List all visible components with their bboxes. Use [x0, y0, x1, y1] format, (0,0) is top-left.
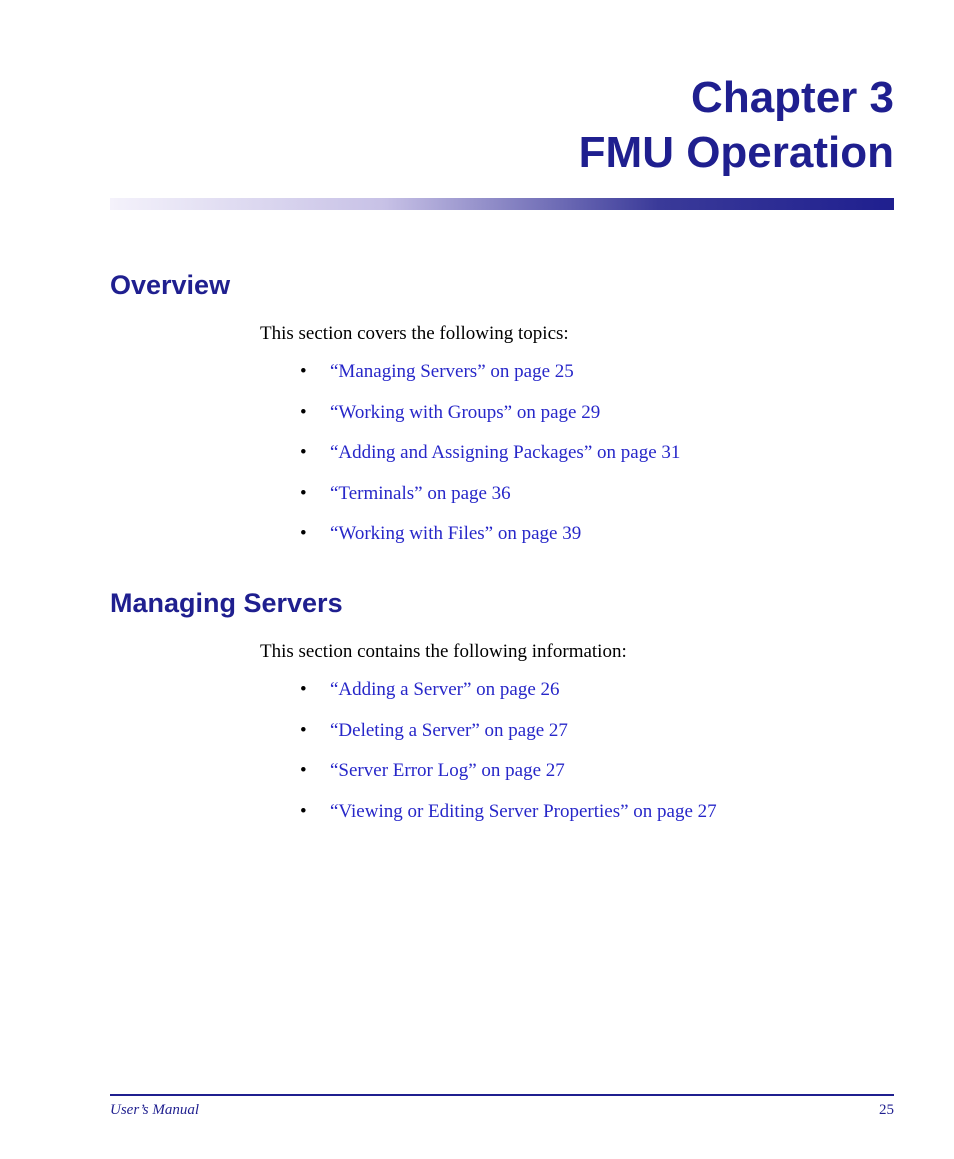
topic-link[interactable]: “Working with Files” on page 39 [330, 523, 581, 544]
list-item: “Managing Servers” on page 25 [300, 359, 894, 386]
footer-rule [110, 1094, 894, 1096]
topic-link[interactable]: “Adding and Assigning Packages” on page … [330, 442, 680, 463]
list-item: “Terminals” on page 36 [300, 481, 894, 508]
list-item: “Deleting a Server” on page 27 [300, 718, 894, 745]
topic-link[interactable]: “Working with Groups” on page 29 [330, 402, 600, 423]
managing-servers-topic-list: “Adding a Server” on page 26 “Deleting a… [300, 677, 894, 825]
footer-manual-title: User’s Manual [110, 1102, 199, 1119]
chapter-name: FMU Operation [110, 125, 894, 180]
list-item: “Server Error Log” on page 27 [300, 758, 894, 785]
managing-servers-intro: This section contains the following info… [260, 641, 894, 663]
chapter-number: Chapter 3 [110, 70, 894, 125]
topic-link[interactable]: “Managing Servers” on page 25 [330, 361, 574, 382]
overview-intro: This section covers the following topics… [260, 323, 894, 345]
footer-page-number: 25 [879, 1102, 894, 1119]
section-heading-managing-servers: Managing Servers [110, 588, 894, 619]
page-footer: User’s Manual 25 [110, 1094, 894, 1119]
topic-link[interactable]: “Server Error Log” on page 27 [330, 760, 565, 781]
topic-link[interactable]: “Adding a Server” on page 26 [330, 679, 560, 700]
chapter-title: Chapter 3 FMU Operation [110, 70, 894, 180]
list-item: “Working with Files” on page 39 [300, 521, 894, 548]
topic-link[interactable]: “Viewing or Editing Server Properties” o… [330, 801, 717, 822]
overview-topic-list: “Managing Servers” on page 25 “Working w… [300, 359, 894, 548]
list-item: “Adding a Server” on page 26 [300, 677, 894, 704]
list-item: “Viewing or Editing Server Properties” o… [300, 799, 894, 826]
topic-link[interactable]: “Terminals” on page 36 [330, 483, 511, 504]
divider-gradient [110, 198, 894, 210]
list-item: “Adding and Assigning Packages” on page … [300, 440, 894, 467]
section-heading-overview: Overview [110, 270, 894, 301]
topic-link[interactable]: “Deleting a Server” on page 27 [330, 720, 568, 741]
list-item: “Working with Groups” on page 29 [300, 400, 894, 427]
